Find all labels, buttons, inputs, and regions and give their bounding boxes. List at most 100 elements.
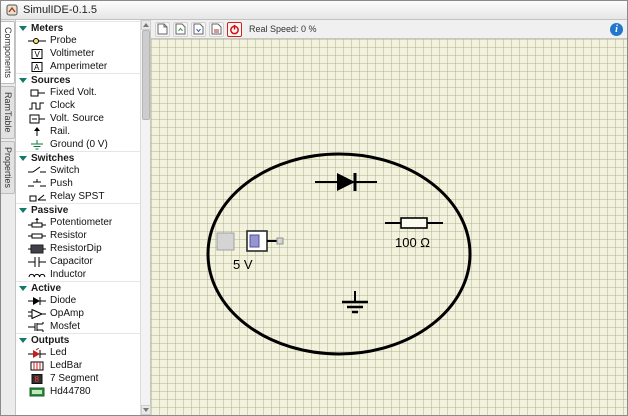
sidebar-item-resistor[interactable]: Resistor: [16, 229, 140, 242]
sidebar-item-resistordip[interactable]: ResistorDip: [16, 242, 140, 255]
collapse-arrow-icon: [19, 156, 27, 161]
probe-icon: [28, 37, 46, 44]
save-as-icon: [211, 23, 222, 35]
voltage-source-value-label: 5 V: [233, 257, 253, 272]
scroll-down-button[interactable]: [140, 405, 151, 415]
item-label: Capacitor: [50, 256, 93, 267]
app-icon: [6, 4, 18, 16]
voltage-source-pad[interactable]: [216, 232, 235, 251]
category-active[interactable]: Active: [16, 281, 140, 294]
category-switches[interactable]: Switches: [16, 151, 140, 164]
tab-components[interactable]: Components: [1, 21, 15, 85]
power-simulation-button[interactable]: [227, 21, 242, 37]
resistor-icon: [28, 233, 46, 238]
opamp-icon: [28, 308, 46, 319]
category-outputs[interactable]: Outputs: [16, 333, 140, 346]
sidebar-item-amperimeter[interactable]: A Amperimeter: [16, 60, 140, 73]
sidebar-item-opamp[interactable]: OpAmp: [16, 307, 140, 320]
sidebar-item-led[interactable]: Led: [16, 346, 140, 359]
item-label: Rail.: [50, 126, 71, 137]
push-icon: [28, 178, 46, 186]
seven-segment-icon: 8: [31, 373, 43, 384]
tab-ramtable[interactable]: RamTable: [1, 86, 15, 139]
voltage-source-component[interactable]: 5 V: [216, 230, 284, 272]
components-sidebar: Meters Probe V Voltimeter A Amperimeter: [16, 20, 151, 415]
category-passive[interactable]: Passive: [16, 203, 140, 216]
sidebar-item-capacitor[interactable]: Capacitor: [16, 255, 140, 268]
capacitor-icon: [28, 256, 46, 267]
side-tabstrip: Components RamTable Properties: [1, 20, 16, 415]
sidebar-item-voltimeter[interactable]: V Voltimeter: [16, 47, 140, 60]
sidebar-item-switch[interactable]: Switch: [16, 164, 140, 177]
item-label: LedBar: [50, 360, 83, 371]
sidebar-item-relay-spst[interactable]: Relay SPST: [16, 190, 140, 203]
svg-text:8: 8: [35, 375, 40, 384]
save-as-circuit-button[interactable]: [209, 21, 224, 37]
item-label: Fixed Volt.: [50, 87, 97, 98]
item-label: OpAmp: [50, 308, 84, 319]
app-window: SimulIDE-0.1.5 Components RamTable Prope…: [0, 0, 628, 416]
sidebar-item-potentiometer[interactable]: Potentiometer: [16, 216, 140, 229]
category-sources[interactable]: Sources: [16, 73, 140, 86]
sidebar-item-fixed-volt[interactable]: Fixed Volt.: [16, 86, 140, 99]
sidebar-item-hd44780[interactable]: Hd44780: [16, 385, 140, 398]
hd44780-icon: [29, 387, 45, 396]
circuit-canvas[interactable]: 100 Ω 5 V: [151, 39, 627, 415]
scrollbar-track[interactable]: [141, 30, 151, 405]
item-label: Switch: [50, 165, 80, 176]
ledbar-icon: [30, 361, 44, 370]
sidebar-item-probe[interactable]: Probe: [16, 34, 140, 47]
scrollbar-thumb[interactable]: [141, 30, 150, 120]
item-label: Push: [50, 178, 73, 189]
sidebar-item-inductor[interactable]: Inductor: [16, 268, 140, 281]
svg-text:V: V: [35, 50, 41, 59]
voltmeter-icon: V: [31, 48, 43, 59]
open-circuit-button[interactable]: [173, 21, 188, 37]
resistor-component[interactable]: 100 Ω: [385, 217, 443, 250]
svg-text:A: A: [34, 63, 40, 72]
led-icon: [28, 347, 46, 358]
diode-icon: [28, 296, 46, 305]
sidebar-item-diode[interactable]: Diode: [16, 294, 140, 307]
item-label: Hd44780: [50, 386, 91, 397]
new-circuit-button[interactable]: [155, 21, 170, 37]
info-button[interactable]: i: [610, 22, 623, 36]
item-label: Volt. Source: [50, 113, 104, 124]
clock-icon: [29, 102, 44, 109]
diode-component[interactable]: [315, 173, 377, 191]
item-label: Inductor: [50, 269, 87, 280]
resistordip-icon: [28, 244, 46, 253]
sidebar-item-push[interactable]: Push: [16, 177, 140, 190]
fixed-volt-icon: [30, 89, 45, 96]
ground-component[interactable]: [342, 291, 368, 314]
sidebar-item-clock[interactable]: Clock: [16, 99, 140, 112]
power-icon: [230, 24, 239, 34]
sidebar-item-7segment[interactable]: 8 7 Segment: [16, 372, 140, 385]
sidebar-scrollbar[interactable]: [140, 20, 151, 415]
volt-source-icon: [29, 114, 45, 123]
category-label: Sources: [31, 75, 71, 86]
sidebar-item-rail[interactable]: Rail.: [16, 125, 140, 138]
tab-properties[interactable]: Properties: [1, 140, 15, 194]
save-circuit-button[interactable]: [191, 21, 206, 37]
collapse-arrow-icon: [19, 26, 27, 31]
scroll-up-button[interactable]: [140, 20, 151, 30]
sidebar-item-mosfet[interactable]: Mosfet: [16, 320, 140, 333]
category-label: Switches: [31, 153, 75, 164]
sidebar-item-volt-source[interactable]: Volt. Source: [16, 112, 140, 125]
category-label: Active: [31, 283, 62, 294]
item-label: Potentiometer: [50, 217, 113, 228]
potentiometer-icon: [28, 217, 46, 227]
arrow-up-icon: [142, 23, 149, 27]
new-file-icon: [157, 23, 168, 35]
item-label: Led: [50, 347, 67, 358]
sidebar-item-ground[interactable]: Ground (0 V): [16, 138, 140, 151]
circuit-scene: 100 Ω 5 V: [206, 152, 472, 356]
category-meters[interactable]: Meters: [16, 21, 140, 34]
collapse-arrow-icon: [19, 338, 27, 343]
item-label: 7 Segment: [50, 373, 99, 384]
item-label: Clock: [50, 100, 76, 111]
item-label: ResistorDip: [50, 243, 102, 254]
sidebar-item-ledbar[interactable]: LedBar: [16, 359, 140, 372]
title-bar: SimulIDE-0.1.5: [1, 1, 627, 20]
